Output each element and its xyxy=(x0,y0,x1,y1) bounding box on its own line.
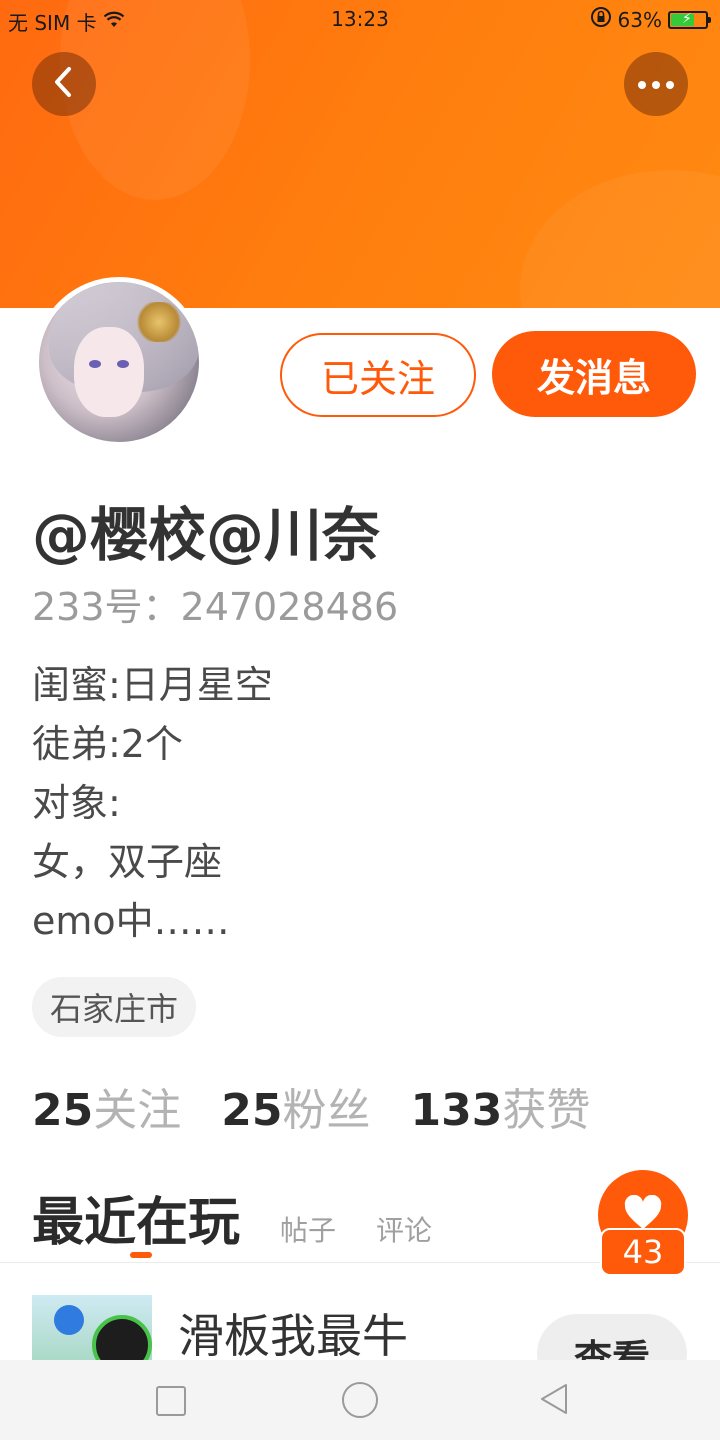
status-bar: 无 SIM 卡 13:23 63% ⚡ xyxy=(0,0,720,38)
stat-label: 粉丝 xyxy=(282,1085,371,1136)
location-tag: 石家庄市 xyxy=(32,977,197,1037)
stat-following[interactable]: 25 关注 xyxy=(32,1074,181,1138)
bio-line: 徒弟:2个 xyxy=(32,722,183,766)
followed-button[interactable]: 已关注 xyxy=(280,333,476,417)
stat-label: 获赞 xyxy=(502,1085,591,1136)
profile-tabs: 最近在玩 帖子 评论 xyxy=(32,1180,432,1258)
game-thumbnail[interactable] xyxy=(32,1295,152,1365)
avatar[interactable] xyxy=(34,277,204,447)
profile-page: 无 SIM 卡 13:23 63% ⚡ 已关注 发消息 @樱校@川奈 233号：… xyxy=(0,0,720,1440)
lock-rotation-icon xyxy=(590,6,612,33)
back-button[interactable] xyxy=(32,52,96,116)
system-nav-bar xyxy=(0,1360,720,1440)
battery-charging-icon: ⚡ xyxy=(668,10,711,29)
stat-label: 关注 xyxy=(93,1085,182,1136)
tab-comments[interactable]: 评论 xyxy=(376,1209,432,1249)
more-button[interactable] xyxy=(624,52,688,116)
like-button[interactable]: 43 xyxy=(598,1170,688,1280)
user-id: 233号：247028486 xyxy=(32,585,399,629)
bio: 闺蜜:日月星空 徒弟:2个 对象: 女，双子座 emo中…… xyxy=(32,656,273,951)
stat-number: 25 xyxy=(221,1085,283,1136)
recent-apps-icon[interactable] xyxy=(156,1386,186,1416)
chevron-left-icon xyxy=(51,65,77,103)
back-triangle-icon[interactable] xyxy=(538,1382,570,1420)
send-message-button[interactable]: 发消息 xyxy=(492,331,696,417)
profile-stats: 25 关注 25 粉丝 133 获赞 xyxy=(32,1074,630,1138)
username: @樱校@川奈 xyxy=(32,501,381,569)
tab-label: 最近在玩 xyxy=(32,1193,241,1253)
active-tab-indicator xyxy=(130,1252,152,1258)
stat-number: 25 xyxy=(32,1085,94,1136)
profile-banner xyxy=(0,0,720,308)
bio-line: 对象: xyxy=(32,781,121,825)
game-title[interactable]: 滑板我最牛 xyxy=(178,1300,408,1366)
stat-number: 133 xyxy=(410,1085,503,1136)
more-dots-icon xyxy=(636,75,676,94)
bio-line: 女，双子座 xyxy=(32,840,223,884)
stat-likes: 133 获赞 xyxy=(410,1074,590,1138)
stat-followers[interactable]: 25 粉丝 xyxy=(221,1074,370,1138)
battery-percent: 63% xyxy=(617,7,662,32)
tab-recent-played[interactable]: 最近在玩 xyxy=(32,1180,241,1258)
like-count: 43 xyxy=(600,1228,686,1276)
bio-line: emo中…… xyxy=(32,899,230,943)
bio-line: 闺蜜:日月星空 xyxy=(32,663,273,707)
home-icon[interactable] xyxy=(342,1382,378,1418)
tab-posts[interactable]: 帖子 xyxy=(280,1209,336,1249)
